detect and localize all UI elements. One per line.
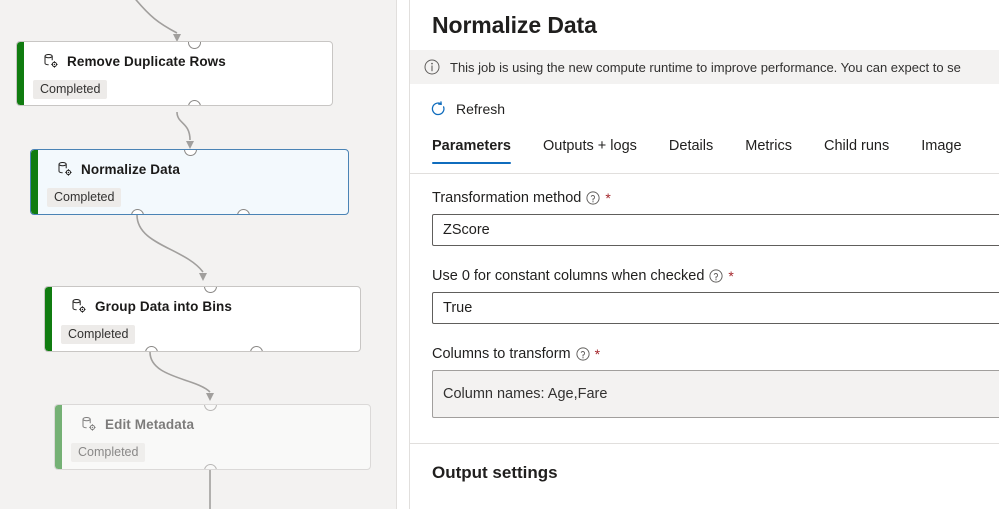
node-output-port[interactable]	[204, 464, 217, 469]
info-message-bar: This job is using the new compute runtim…	[410, 50, 999, 84]
database-gear-icon	[82, 416, 96, 431]
tab-metrics[interactable]: Metrics	[745, 132, 792, 164]
node-output-port[interactable]	[145, 346, 158, 351]
pipeline-node-normalize-data[interactable]: Normalize Data Completed	[30, 149, 349, 215]
output-settings-heading: Output settings	[432, 463, 558, 482]
required-marker: *	[605, 190, 611, 206]
field-transformation-method: Transformation method * ZScore	[410, 174, 999, 246]
module-detail-panel: Normalize Data This job is using the new…	[410, 0, 999, 509]
help-circle-icon[interactable]	[586, 191, 600, 205]
node-status-badge: Completed	[61, 325, 136, 344]
pipeline-node-group-data-into-bins[interactable]: Group Data into Bins Completed	[44, 286, 361, 352]
tab-child-runs[interactable]: Child runs	[824, 132, 889, 164]
node-output-port-secondary[interactable]	[250, 346, 263, 351]
field-label-text: Use 0 for constant columns when checked	[432, 268, 705, 284]
required-marker: *	[728, 268, 734, 284]
database-gear-icon	[72, 298, 86, 313]
command-bar: Refresh	[410, 92, 999, 126]
field-label-text: Columns to transform	[432, 346, 571, 362]
help-circle-icon[interactable]	[576, 347, 590, 361]
page-title: Normalize Data	[432, 12, 597, 38]
field-use-zero-constant-columns: Use 0 for constant columns when checked …	[410, 246, 999, 324]
tab-details[interactable]: Details	[669, 132, 713, 164]
database-gear-icon	[44, 53, 58, 68]
node-output-port-secondary[interactable]	[237, 209, 250, 214]
required-marker: *	[594, 346, 601, 362]
node-title: Edit Metadata	[105, 416, 195, 432]
tab-outputs-logs[interactable]: Outputs + logs	[543, 132, 637, 164]
node-status-badge: Completed	[47, 188, 122, 207]
node-status-badge: Completed	[71, 443, 146, 462]
columns-to-transform-input[interactable]: Column names: Age,Fare	[432, 370, 999, 418]
node-title: Normalize Data	[81, 161, 180, 177]
refresh-icon	[431, 100, 445, 115]
parameters-form: Transformation method * ZScore Use 0 for…	[410, 174, 999, 509]
help-circle-icon[interactable]	[709, 269, 723, 283]
field-label: Columns to transform *	[432, 346, 999, 362]
node-status-accent-bar	[17, 42, 24, 105]
node-title: Remove Duplicate Rows	[67, 53, 226, 69]
tab-images[interactable]: Image	[921, 132, 961, 164]
field-columns-to-transform: Columns to transform * Column names: Age…	[410, 324, 999, 418]
node-output-port[interactable]	[131, 209, 144, 214]
tab-list: Parameters Outputs + logs Details Metric…	[410, 132, 999, 174]
pane-splitter[interactable]	[396, 0, 410, 509]
refresh-button[interactable]: Refresh	[426, 98, 509, 121]
node-status-accent-bar	[55, 405, 62, 469]
node-output-port[interactable]	[188, 100, 201, 105]
database-gear-icon	[58, 161, 72, 176]
field-label: Transformation method *	[432, 190, 999, 206]
info-circle-icon	[424, 59, 440, 75]
node-status-badge: Completed	[33, 80, 108, 99]
node-title: Group Data into Bins	[95, 298, 232, 314]
pipeline-node-remove-duplicate-rows[interactable]: Remove Duplicate Rows Completed	[16, 41, 333, 106]
transformation-method-input[interactable]: ZScore	[432, 214, 999, 246]
refresh-label: Refresh	[456, 101, 506, 117]
tab-parameters[interactable]: Parameters	[432, 132, 511, 164]
pipeline-node-edit-metadata[interactable]: Edit Metadata Completed	[54, 404, 371, 470]
field-label: Use 0 for constant columns when checked …	[432, 268, 999, 284]
pipeline-canvas[interactable]: Remove Duplicate Rows Completed Normaliz…	[0, 0, 396, 509]
info-message-text: This job is using the new compute runtim…	[450, 59, 961, 75]
use-zero-constant-columns-input[interactable]: True	[432, 292, 999, 324]
job-detail-screen: Remove Duplicate Rows Completed Normaliz…	[0, 0, 999, 509]
node-status-accent-bar	[31, 150, 38, 214]
node-status-accent-bar	[45, 287, 52, 351]
field-label-text: Transformation method	[432, 190, 582, 206]
